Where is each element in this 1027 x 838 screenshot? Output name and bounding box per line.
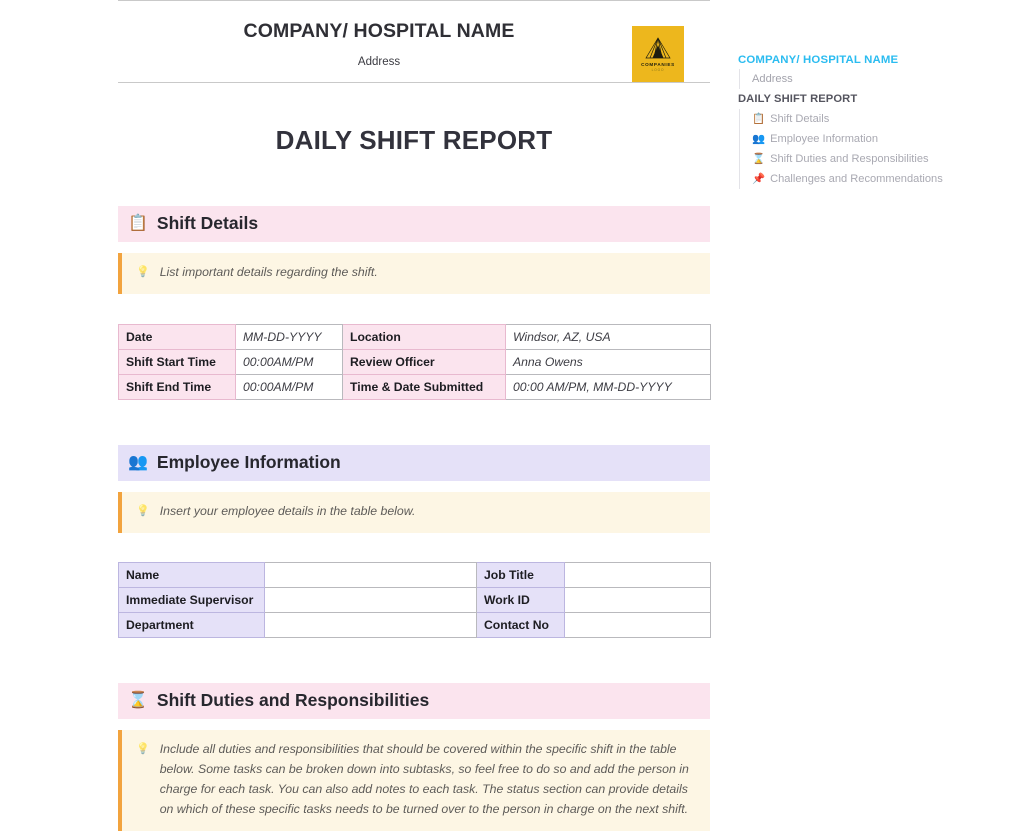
document-body: COMPANY/ HOSPITAL NAME Address COMPANIES… — [118, 0, 711, 838]
pushpin-icon: 📌 — [752, 172, 766, 185]
people-icon: 👥 — [752, 132, 766, 145]
cell-value-job-title[interactable] — [564, 562, 711, 589]
section-header-shift-duties: ⌛ Shift Duties and Responsibilities — [118, 683, 710, 720]
lightbulb-icon: 💡 — [136, 266, 150, 279]
cell-label-location: Location — [342, 324, 506, 351]
hourglass-icon: ⌛ — [128, 691, 148, 709]
outline-item-label: Shift Details — [770, 113, 830, 125]
outline-item-label: Challenges and Recommendations — [770, 173, 943, 185]
callout-shift-duties: 💡 Include all duties and responsibilitie… — [118, 730, 710, 831]
cell-value-shift-end-time[interactable]: 00:00AM/PM — [235, 374, 343, 401]
outline-item-label: Shift Duties and Responsibilities — [770, 153, 929, 165]
employee-information-table: Name Job Title Immediate Supervisor Work… — [118, 562, 711, 639]
clipboard-icon: 📋 — [752, 112, 766, 125]
outline-item-challenges[interactable]: 📌 Challenges and Recommendations — [739, 169, 1014, 189]
clipboard-icon: 📋 — [128, 214, 148, 232]
section-title-shift-duties: Shift Duties and Responsibilities — [156, 690, 430, 711]
table-row: Immediate Supervisor Work ID — [118, 587, 711, 614]
section-title-shift-details: Shift Details — [156, 213, 259, 234]
cell-label-immediate-supervisor: Immediate Supervisor — [118, 587, 265, 614]
people-icon: 👥 — [128, 453, 148, 471]
outline-doc-heading[interactable]: DAILY SHIFT REPORT — [738, 89, 1014, 109]
callout-text-shift-details: List important details regarding the shi… — [159, 265, 378, 280]
table-row: Name Job Title — [118, 562, 711, 589]
cell-label-department: Department — [118, 612, 265, 639]
shift-details-table: Date MM-DD-YYYY Location Windsor, AZ, US… — [118, 324, 711, 401]
letterhead: COMPANY/ HOSPITAL NAME Address COMPANIES… — [118, 1, 710, 82]
document-outline: COMPANY/ HOSPITAL NAME Address DAILY SHI… — [738, 52, 1014, 189]
company-address: Address — [357, 56, 401, 69]
cell-label-name: Name — [118, 562, 265, 589]
table-row: Shift Start Time 00:00AM/PM Review Offic… — [118, 349, 711, 376]
cell-value-location[interactable]: Windsor, AZ, USA — [505, 324, 711, 351]
pyramid-logo-icon — [645, 36, 671, 58]
section-header-employee-information: 👥 Employee Information — [118, 445, 710, 482]
cell-value-work-id[interactable] — [564, 587, 711, 614]
table-row: Shift End Time 00:00AM/PM Time & Date Su… — [118, 374, 711, 401]
cell-value-time-date-submitted[interactable]: 00:00 AM/PM, MM-DD-YYYY — [505, 374, 711, 401]
table-row: Department Contact No — [118, 612, 711, 639]
cell-label-shift-end-time: Shift End Time — [118, 374, 236, 401]
table-row: Date MM-DD-YYYY Location Windsor, AZ, US… — [118, 324, 711, 351]
cell-value-date[interactable]: MM-DD-YYYY — [235, 324, 343, 351]
page-root: COMPANY/ HOSPITAL NAME Address COMPANIES… — [0, 0, 1027, 838]
hourglass-icon: ⌛ — [752, 152, 766, 165]
company-name: COMPANY/ HOSPITAL NAME — [243, 20, 515, 42]
cell-value-contact-no[interactable] — [564, 612, 711, 639]
callout-employee-information: 💡 Insert your employee details in the ta… — [118, 492, 710, 534]
outline-item-shift-duties[interactable]: ⌛ Shift Duties and Responsibilities — [739, 149, 1014, 169]
page-title: DAILY SHIFT REPORT — [275, 125, 553, 156]
cell-value-review-officer[interactable]: Anna Owens — [505, 349, 711, 376]
logo-subtext: LOGO — [651, 67, 665, 72]
letterhead-text: COMPANY/ HOSPITAL NAME Address — [118, 19, 710, 68]
cell-label-review-officer: Review Officer — [342, 349, 506, 376]
section-title-employee-information: Employee Information — [156, 452, 341, 473]
company-logo: COMPANIES LOGO — [632, 26, 684, 82]
section-header-shift-details: 📋 Shift Details — [118, 206, 710, 243]
cell-label-date: Date — [118, 324, 236, 351]
cell-label-shift-start-time: Shift Start Time — [118, 349, 236, 376]
callout-shift-details: 💡 List important details regarding the s… — [118, 253, 710, 295]
outline-subtitle[interactable]: Address — [739, 69, 1014, 89]
outline-item-employee-information[interactable]: 👥 Employee Information — [739, 129, 1014, 149]
cell-value-immediate-supervisor[interactable] — [264, 587, 477, 614]
cell-value-name[interactable] — [264, 562, 477, 589]
cell-value-shift-start-time[interactable]: 00:00AM/PM — [235, 349, 343, 376]
outline-title[interactable]: COMPANY/ HOSPITAL NAME — [738, 52, 1014, 69]
outline-item-label: Employee Information — [770, 133, 878, 145]
callout-text-shift-duties: Include all duties and responsibilities … — [159, 742, 689, 816]
cell-label-work-id: Work ID — [476, 587, 565, 614]
logo-wordmark: COMPANIES — [641, 61, 675, 67]
cell-value-department[interactable] — [264, 612, 477, 639]
cell-label-time-date-submitted: Time & Date Submitted — [342, 374, 506, 401]
lightbulb-icon: 💡 — [136, 505, 150, 518]
outline-item-shift-details[interactable]: 📋 Shift Details — [739, 109, 1014, 129]
letterhead-bottom-rule — [118, 82, 710, 84]
cell-label-job-title: Job Title — [476, 562, 565, 589]
callout-text-employee-information: Insert your employee details in the tabl… — [159, 504, 416, 519]
lightbulb-icon: 💡 — [136, 743, 150, 756]
cell-label-contact-no: Contact No — [476, 612, 565, 639]
